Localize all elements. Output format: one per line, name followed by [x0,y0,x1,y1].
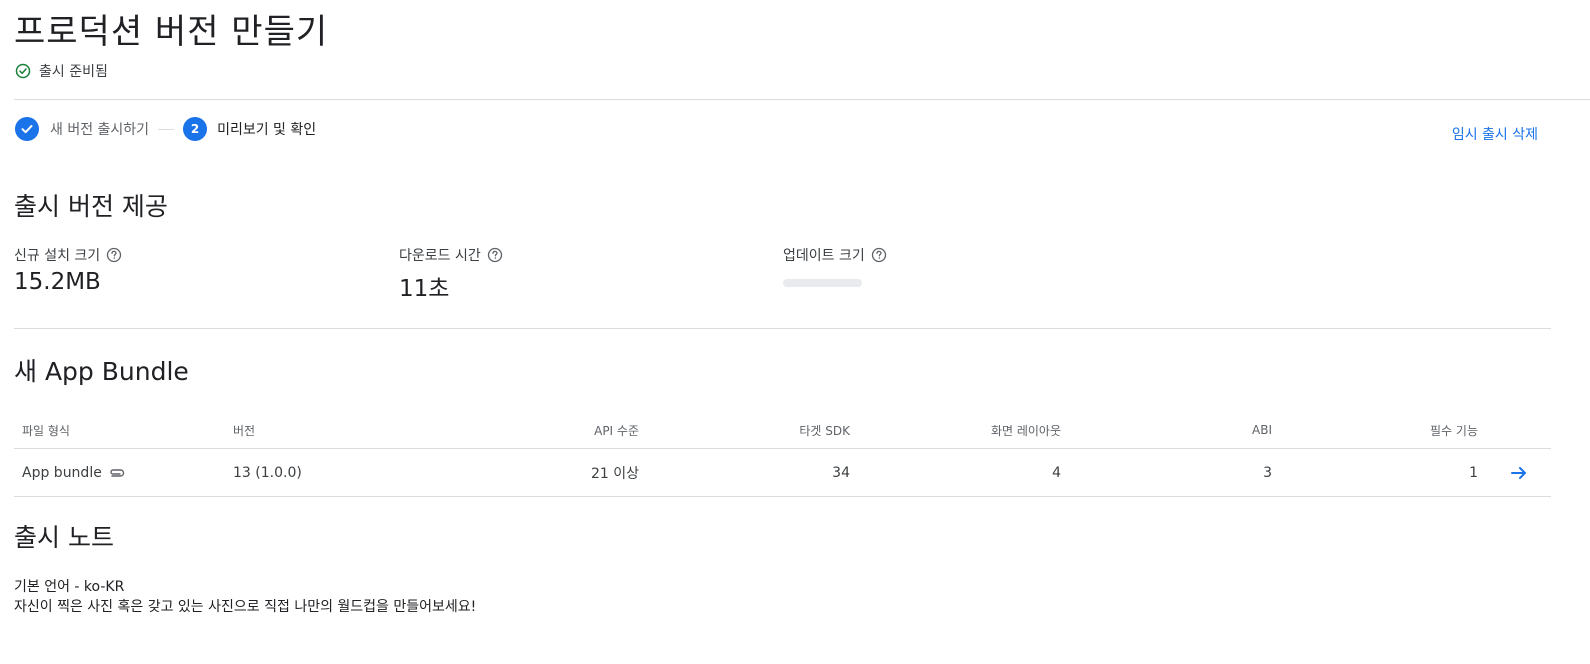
new-install-size-stat: 신규 설치 크기 15.2MB [14,245,122,295]
header-divider [14,99,1590,100]
section-divider [14,328,1551,329]
step-separator [158,128,175,130]
bundle-table: 파일 형식 버전 API 수준 타겟 SDK 화면 레이아웃 ABI 필수 기능… [14,412,1551,497]
update-size-label: 업데이트 크기 [783,248,865,264]
page-title: 프로덕션 버전 만들기 [14,12,329,52]
screen-layouts-cell: 4 [1052,464,1061,481]
file-type-text: App bundle [22,464,102,481]
bundle-section-title: 새 App Bundle [14,357,189,386]
help-icon[interactable] [487,247,503,263]
col-target-sdk: 타겟 SDK [799,423,850,438]
notes-language: 기본 언어 - ko-KR [14,579,125,595]
download-time-label: 다운로드 시간 [399,248,481,264]
step-2-current[interactable]: 2 [183,117,208,141]
checkmark-icon [21,125,33,134]
arrow-forward-icon [1511,466,1526,479]
notes-text: 자신이 찍은 사진 혹은 갖고 있는 사진으로 직접 나만의 월드컵을 만들어보… [14,599,477,615]
notes-section-title: 출시 노트 [14,523,114,552]
step-1-complete[interactable] [15,117,39,141]
download-time-stat: 다운로드 시간 11초 [399,245,503,303]
col-required-features: 필수 기능 [1430,423,1478,438]
step-1-label[interactable]: 새 버전 출시하기 [50,119,149,139]
update-size-stat: 업데이트 크기 [783,245,887,287]
table-header: 파일 형식 버전 API 수준 타겟 SDK 화면 레이아웃 ABI 필수 기능 [14,412,1551,449]
attachment-icon [110,468,125,477]
status-row: 출시 준비됨 [15,61,108,81]
status-text: 출시 준비됨 [39,64,108,80]
table-row[interactable]: App bundle 13 (1.0.0) 21 이상 34 4 3 1 [14,449,1551,497]
required-features-cell: 1 [1469,464,1478,481]
help-icon[interactable] [871,247,887,263]
abi-cell: 3 [1263,464,1272,481]
help-icon[interactable] [106,247,122,263]
release-section-title: 출시 버전 제공 [14,192,168,221]
update-size-loading-placeholder [783,279,862,287]
col-version: 버전 [233,423,256,438]
download-time-value: 11초 [399,276,450,302]
stepper: 새 버전 출시하기 2 미리보기 및 확인 [15,117,316,141]
version-cell: 13 (1.0.0) [233,464,302,481]
col-screen-layouts: 화면 레이아웃 [990,423,1061,438]
api-level-cell: 21 이상 [590,465,639,482]
file-type-cell: App bundle [22,449,126,496]
step-2-label[interactable]: 미리보기 및 확인 [217,119,316,139]
col-abi: ABI [1252,423,1272,437]
target-sdk-cell: 34 [832,464,850,481]
new-install-size-label: 신규 설치 크기 [14,248,101,264]
col-file-type: 파일 형식 [22,423,70,438]
new-install-size-value: 15.2MB [14,269,101,295]
delete-draft-link[interactable]: 임시 출시 삭제 [1452,124,1538,144]
col-api-level: API 수준 [594,423,639,438]
check-circle-icon [15,63,31,79]
open-bundle-details-button[interactable] [1509,449,1529,496]
